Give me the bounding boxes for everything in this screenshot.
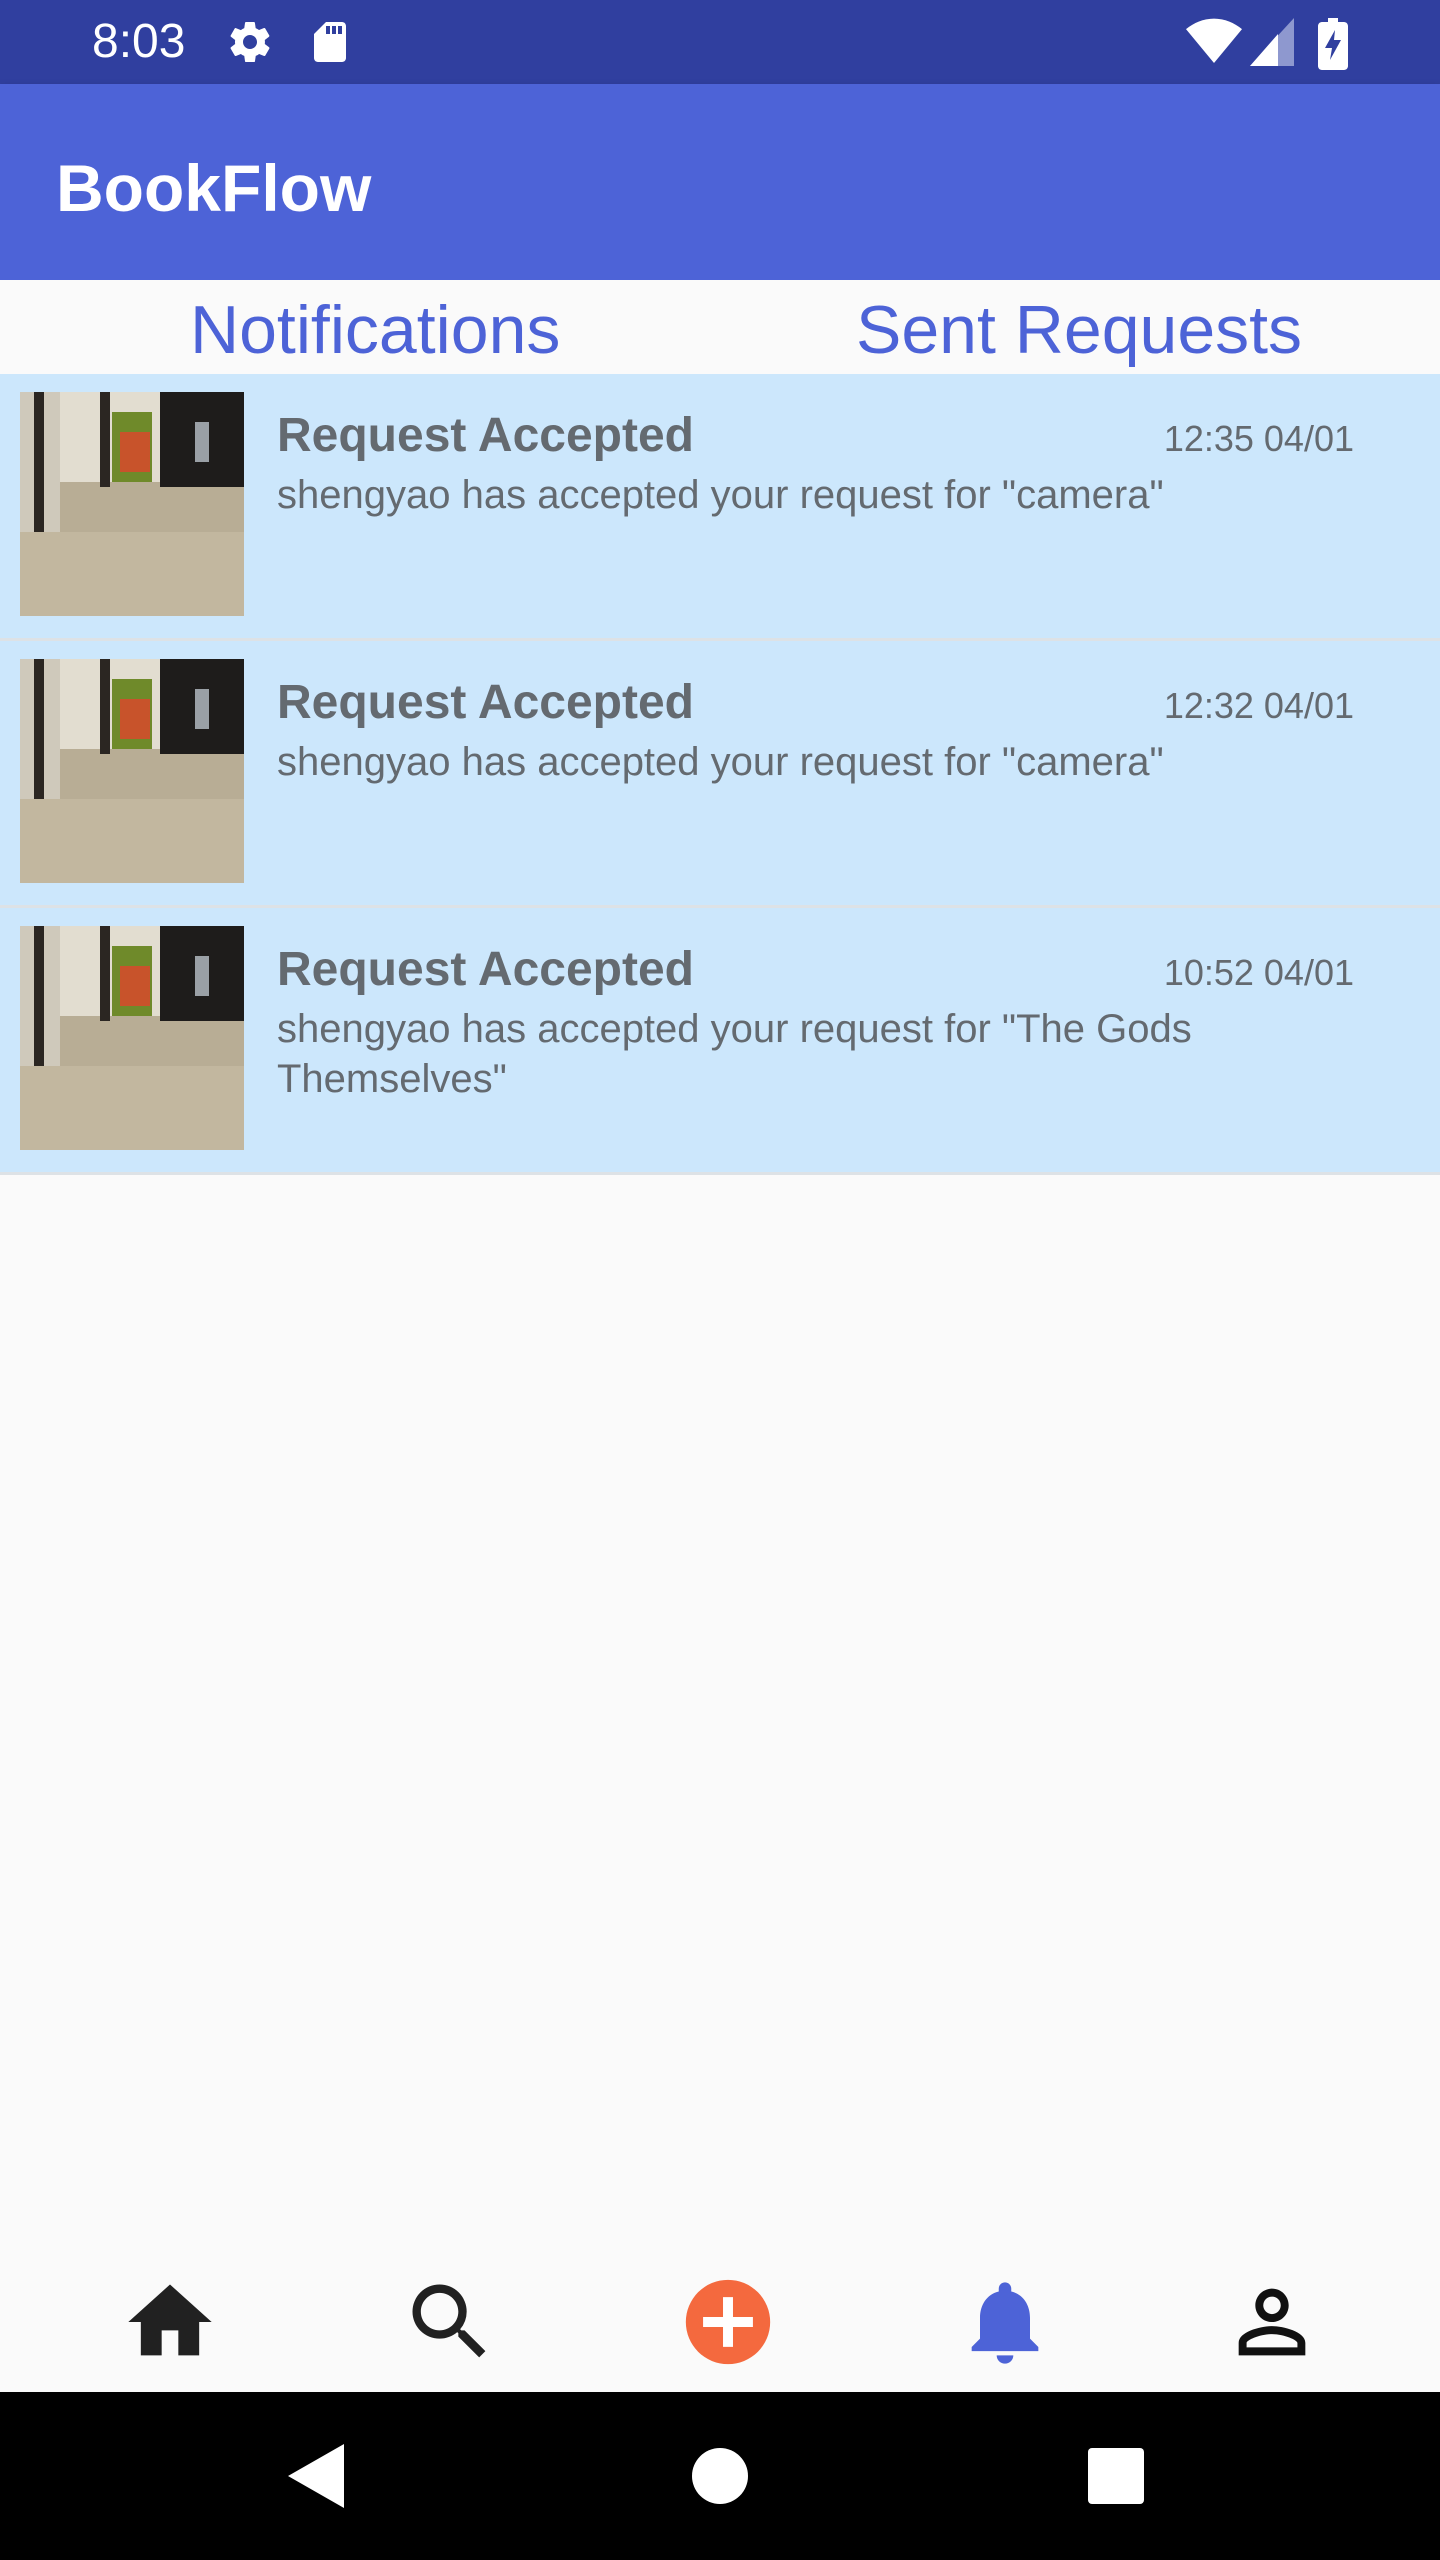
item-thumbnail <box>20 659 244 883</box>
notification-time: 10:52 04/01 <box>1163 952 1354 993</box>
search-icon[interactable] <box>400 2272 500 2372</box>
notification-time: 12:35 04/01 <box>1163 418 1354 459</box>
tab-notifications[interactable]: Notifications <box>190 288 560 372</box>
back-icon[interactable] <box>268 2426 368 2526</box>
notification-title: Request Accepted <box>277 409 694 462</box>
notification-title: Request Accepted <box>277 676 694 729</box>
notification-item[interactable]: Request Accepted 10:52 04/01 shengyao ha… <box>0 908 1440 1175</box>
recents-icon[interactable] <box>1066 2426 1166 2526</box>
battery-charging-icon <box>1318 18 1348 70</box>
notifications-bell-icon[interactable] <box>955 2272 1055 2372</box>
home-icon[interactable] <box>120 2272 220 2372</box>
notification-list: Request Accepted 12:35 04/01 shengyao ha… <box>0 374 1440 1175</box>
profile-icon[interactable] <box>1222 2272 1322 2372</box>
add-icon[interactable] <box>678 2272 778 2372</box>
notification-time: 12:32 04/01 <box>1163 685 1354 726</box>
bottom-navigation <box>0 2240 1440 2392</box>
notification-message: shengyao has accepted your request for "… <box>277 1007 1192 1101</box>
notification-item[interactable]: Request Accepted 12:32 04/01 shengyao ha… <box>0 641 1440 908</box>
gear-icon <box>226 18 274 66</box>
app-bar: BookFlow <box>0 84 1440 280</box>
notification-item[interactable]: Request Accepted 12:35 04/01 shengyao ha… <box>0 374 1440 641</box>
status-bar: 8:03 <box>0 0 1440 84</box>
app-title: BookFlow <box>56 151 372 225</box>
status-time: 8:03 <box>92 15 186 68</box>
system-navigation-bar <box>0 2392 1440 2560</box>
notification-title: Request Accepted <box>277 943 694 996</box>
signal-icon <box>1250 18 1294 66</box>
item-thumbnail <box>20 392 244 616</box>
tab-sent-requests[interactable]: Sent Requests <box>856 288 1302 372</box>
wifi-icon <box>1186 18 1242 66</box>
tab-bar: Notifications Sent Requests <box>0 280 1440 374</box>
sd-card-icon <box>306 18 354 66</box>
home-circle-icon[interactable] <box>670 2426 770 2526</box>
item-thumbnail <box>20 926 244 1150</box>
notification-message: shengyao has accepted your request for "… <box>277 740 1164 784</box>
notification-message: shengyao has accepted your request for "… <box>277 473 1164 517</box>
